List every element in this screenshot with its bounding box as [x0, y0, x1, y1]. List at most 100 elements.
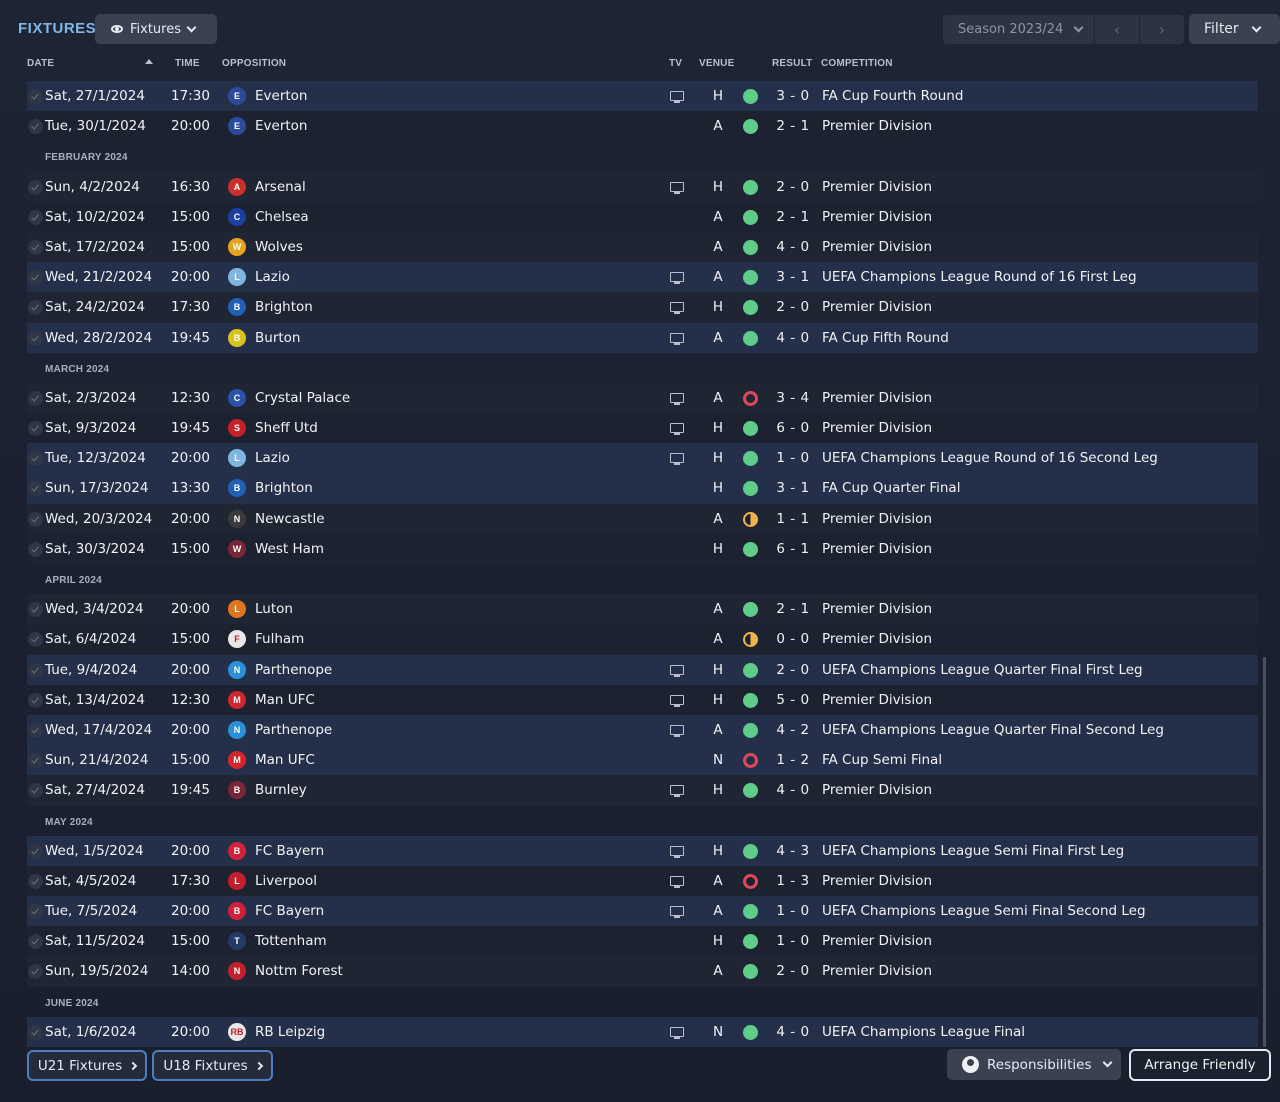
opponent-name[interactable]: FC Bayern	[255, 903, 324, 919]
competition-name[interactable]: FA Cup Fourth Round	[822, 88, 963, 104]
view-dropdown[interactable]: Fixtures	[95, 14, 217, 44]
opponent-name[interactable]: Man UFC	[255, 752, 315, 768]
opponent-name[interactable]: Everton	[255, 88, 307, 104]
match-result[interactable]: 0 - 0	[772, 631, 814, 647]
arrange-friendly-button[interactable]: Arrange Friendly	[1129, 1049, 1271, 1081]
competition-name[interactable]: Premier Division	[822, 390, 932, 406]
fixture-row[interactable]: Tue, 12/3/2024 20:00 L Lazio H 1 - 0 UEFA Cham…	[27, 443, 1258, 474]
column-header-opposition[interactable]: OPPOSITION	[222, 58, 286, 69]
fixture-row[interactable]: Sat, 10/2/2024 15:00 C Chelsea A 2 - 1 Premier…	[27, 201, 1258, 232]
opponent-name[interactable]: Brighton	[255, 299, 313, 315]
competition-name[interactable]: Premier Division	[822, 299, 932, 315]
fixture-row[interactable]: Sat, 24/2/2024 17:30 B Brighton H 2 - 0 Premie…	[27, 292, 1258, 323]
match-result[interactable]: 2 - 1	[772, 118, 814, 134]
column-header-result[interactable]: RESULT	[772, 58, 812, 69]
column-header-venue[interactable]: VENUE	[699, 58, 734, 69]
competition-name[interactable]: UEFA Champions League Semi Final Second …	[822, 903, 1146, 919]
match-result[interactable]: 6 - 0	[772, 420, 814, 436]
competition-name[interactable]: Premier Division	[822, 933, 932, 949]
responsibilities-button[interactable]: Responsibilities	[947, 1049, 1121, 1080]
fixture-row[interactable]: Wed, 17/4/2024 20:00 N Parthenope A 4 - 2 UEFA…	[27, 714, 1258, 746]
opponent-name[interactable]: Burnley	[255, 782, 307, 798]
competition-name[interactable]: Premier Division	[822, 179, 932, 195]
column-header-date[interactable]: DATE	[27, 58, 54, 69]
competition-name[interactable]: Premier Division	[822, 873, 932, 889]
fixture-row[interactable]: Sun, 21/4/2024 15:00 M Man UFC N 1 - 2 FA Cup …	[27, 745, 1258, 776]
opponent-name[interactable]: FC Bayern	[255, 843, 324, 859]
previous-season-button[interactable]: ‹	[1094, 15, 1139, 44]
u21-fixtures-button[interactable]: U21 Fixtures	[27, 1050, 147, 1081]
fixture-row[interactable]: Sat, 27/1/2024 17:30 E Everton H 3 - 0 FA Cup …	[27, 81, 1258, 112]
match-result[interactable]: 3 - 1	[772, 480, 814, 496]
fixture-row[interactable]: Sat, 13/4/2024 12:30 M Man UFC H 5 - 0 Premier…	[27, 684, 1258, 715]
fixture-row[interactable]: Tue, 30/1/2024 20:00 E Everton A 2 - 1 Premier…	[27, 111, 1258, 142]
competition-name[interactable]: UEFA Champions League Round of 16 First …	[822, 269, 1137, 285]
match-result[interactable]: 1 - 1	[772, 511, 814, 527]
fixture-row[interactable]: Sat, 4/5/2024 17:30 L Liverpool A 1 - 3 Premie…	[27, 865, 1258, 897]
fixture-row[interactable]: Wed, 28/2/2024 19:45 B Burton A 4 - 0 FA Cup F…	[27, 322, 1258, 353]
season-dropdown[interactable]: Season 2023/24	[943, 15, 1094, 44]
competition-name[interactable]: Premier Division	[822, 601, 932, 617]
opponent-name[interactable]: Lazio	[255, 450, 290, 466]
fixture-row[interactable]: Wed, 3/4/2024 20:00 L Luton A 2 - 1 Premier Di…	[27, 594, 1258, 625]
opponent-name[interactable]: Fulham	[255, 631, 304, 647]
next-season-button[interactable]: ›	[1139, 15, 1184, 44]
fixture-row[interactable]: Tue, 7/5/2024 20:00 B FC Bayern A 1 - 0 UEFA C…	[27, 896, 1258, 927]
fixture-row[interactable]: Sat, 2/3/2024 12:30 C Crystal Palace A 3 - 4 P…	[27, 382, 1258, 414]
competition-name[interactable]: Premier Division	[822, 692, 932, 708]
fixture-row[interactable]: Sat, 30/3/2024 15:00 W West Ham H 6 - 1 Premie…	[27, 533, 1258, 564]
opponent-name[interactable]: Chelsea	[255, 209, 309, 225]
fixture-row[interactable]: Wed, 21/2/2024 20:00 L Lazio A 3 - 1 UEFA Cham…	[27, 262, 1258, 293]
match-result[interactable]: 4 - 0	[772, 330, 814, 346]
competition-name[interactable]: UEFA Champions League Round of 16 Second…	[822, 450, 1158, 466]
match-result[interactable]: 2 - 0	[772, 179, 814, 195]
competition-name[interactable]: UEFA Champions League Quarter Final Seco…	[822, 722, 1164, 738]
opponent-name[interactable]: Sheff Utd	[255, 420, 318, 436]
competition-name[interactable]: UEFA Champions League Final	[822, 1024, 1025, 1040]
scrollbar[interactable]	[1263, 657, 1266, 1047]
match-result[interactable]: 6 - 1	[772, 541, 814, 557]
competition-name[interactable]: Premier Division	[822, 239, 932, 255]
competition-name[interactable]: Premier Division	[822, 511, 932, 527]
fixture-row[interactable]: Wed, 20/3/2024 20:00 N Newcastle A 1 - 1 Premi…	[27, 503, 1258, 534]
competition-name[interactable]: UEFA Champions League Quarter Final Firs…	[822, 662, 1143, 678]
opponent-name[interactable]: RB Leipzig	[255, 1024, 325, 1040]
match-result[interactable]: 3 - 1	[772, 269, 814, 285]
column-header-tv[interactable]: TV	[669, 58, 682, 69]
opponent-name[interactable]: Wolves	[255, 239, 303, 255]
opponent-name[interactable]: Burton	[255, 330, 300, 346]
u18-fixtures-button[interactable]: U18 Fixtures	[152, 1050, 273, 1081]
competition-name[interactable]: Premier Division	[822, 420, 932, 436]
match-result[interactable]: 4 - 0	[772, 1024, 814, 1040]
opponent-name[interactable]: Parthenope	[255, 722, 332, 738]
match-result[interactable]: 1 - 0	[772, 933, 814, 949]
match-result[interactable]: 4 - 0	[772, 782, 814, 798]
fixture-row[interactable]: Sun, 4/2/2024 16:30 A Arsenal H 2 - 0 Premier …	[27, 171, 1258, 202]
competition-name[interactable]: FA Cup Semi Final	[822, 752, 942, 768]
opponent-name[interactable]: Tottenham	[255, 933, 327, 949]
fixture-row[interactable]: Wed, 1/5/2024 20:00 B FC Bayern H 4 - 3 UEFA C…	[27, 835, 1258, 866]
match-result[interactable]: 1 - 2	[772, 752, 814, 768]
opponent-name[interactable]: Everton	[255, 118, 307, 134]
opponent-name[interactable]: Lazio	[255, 269, 290, 285]
match-result[interactable]: 4 - 0	[772, 239, 814, 255]
fixture-row[interactable]: Sun, 17/3/2024 13:30 B Brighton H 3 - 1 FA Cup…	[27, 473, 1258, 504]
competition-name[interactable]: UEFA Champions League Semi Final First L…	[822, 843, 1124, 859]
competition-name[interactable]: Premier Division	[822, 963, 932, 979]
match-result[interactable]: 2 - 0	[772, 299, 814, 315]
fixture-row[interactable]: Sat, 9/3/2024 19:45 S Sheff Utd H 6 - 0 Premie…	[27, 413, 1258, 444]
opponent-name[interactable]: Parthenope	[255, 662, 332, 678]
match-result[interactable]: 2 - 1	[772, 209, 814, 225]
opponent-name[interactable]: West Ham	[255, 541, 324, 557]
competition-name[interactable]: Premier Division	[822, 782, 932, 798]
competition-name[interactable]: Premier Division	[822, 631, 932, 647]
match-result[interactable]: 1 - 0	[772, 450, 814, 466]
match-result[interactable]: 5 - 0	[772, 692, 814, 708]
competition-name[interactable]: Premier Division	[822, 541, 932, 557]
opponent-name[interactable]: Arsenal	[255, 179, 306, 195]
fixture-row[interactable]: Sat, 17/2/2024 15:00 W Wolves A 4 - 0 Premier …	[27, 231, 1258, 263]
fixture-row[interactable]: Sat, 27/4/2024 19:45 B Burnley H 4 - 0 Premier…	[27, 775, 1258, 806]
opponent-name[interactable]: Nottm Forest	[255, 963, 343, 979]
fixture-row[interactable]: Sat, 1/6/2024 20:00 RB RB Leipzig N 4 - 0 UEFA…	[27, 1016, 1258, 1047]
opponent-name[interactable]: Crystal Palace	[255, 390, 350, 406]
